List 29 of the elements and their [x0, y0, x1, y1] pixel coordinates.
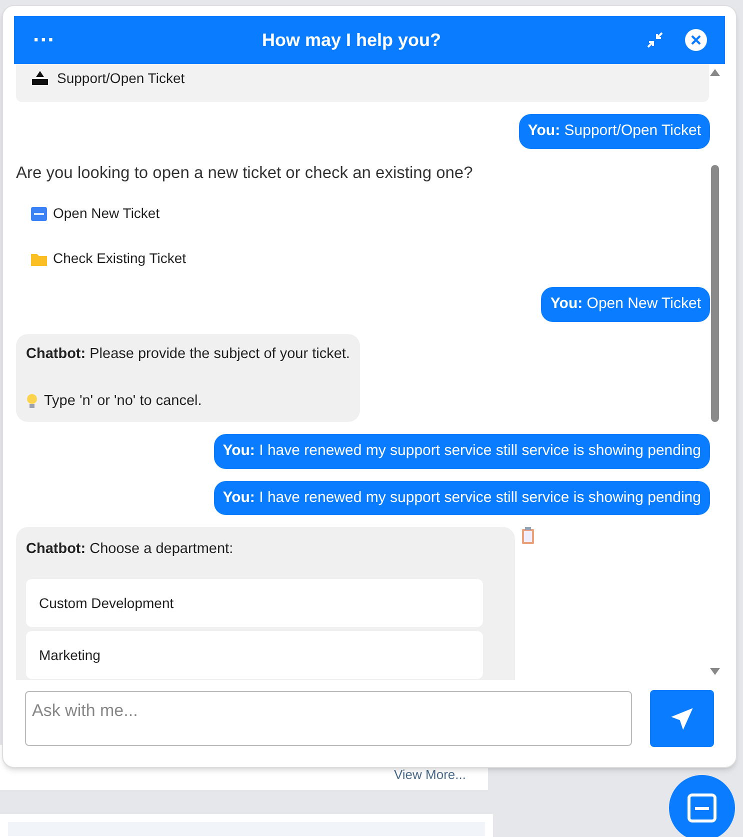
option-item[interactable]: Support/Open Ticket [16, 64, 709, 102]
close-icon[interactable] [685, 29, 707, 51]
scrollbar[interactable] [710, 68, 720, 676]
menu-button[interactable]: ··· [32, 29, 56, 51]
send-button[interactable] [650, 690, 714, 747]
user-message: You: Open New Ticket [541, 287, 710, 322]
department-option[interactable]: Custom Development [26, 579, 483, 627]
new-badge-icon [31, 206, 47, 222]
chat-title: How may I help you? [260, 28, 442, 52]
department-option[interactable]: Marketing [26, 631, 483, 679]
bot-message-text: Chatbot: Choose a department: [26, 540, 234, 560]
ticket-option-link[interactable]: Open New Ticket [31, 203, 160, 224]
lightbulb-icon [26, 393, 38, 410]
user-message: You: I have renewed my support service still service is showing pending [214, 434, 710, 469]
folder-icon [31, 252, 47, 266]
scroll-up-icon[interactable] [710, 68, 720, 76]
message-input[interactable]: Ask with me... [25, 691, 632, 746]
bot-question: Are you looking to open a new ticket or check an existing one? [15, 162, 474, 184]
clipboard-icon [521, 527, 535, 544]
view-more-link[interactable]: View More... [394, 764, 466, 784]
user-message: You: I have renewed my support service still service is showing pending [214, 480, 710, 516]
bot-message-text: Chatbot: Please provide the subject of your ticket. [26, 344, 350, 364]
ticket-option-link[interactable]: Check Existing Ticket [31, 248, 186, 270]
minimize-window-icon [686, 792, 718, 824]
user-message: You: Support/Open Ticket [518, 114, 710, 148]
send-icon [669, 706, 695, 732]
scroll-down-icon[interactable] [710, 668, 720, 676]
hint-text: Type 'n' or 'no' to cancel. [44, 392, 202, 410]
minimize-icon[interactable] [647, 32, 663, 48]
